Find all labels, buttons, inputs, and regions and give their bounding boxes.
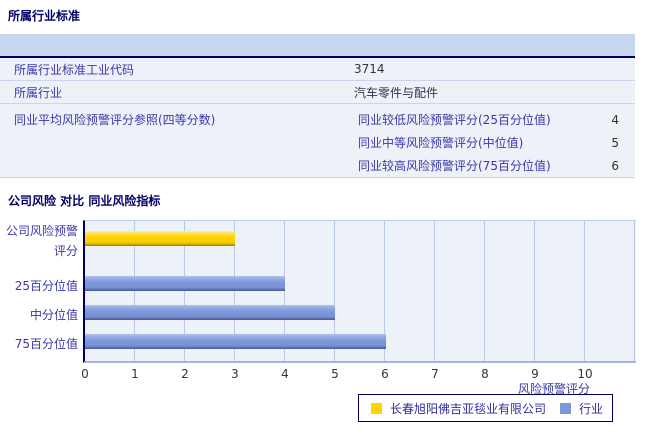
subrow-p25: 同业较低风险预警评分(25百分位值) 4 <box>354 108 635 131</box>
x-tick: 7 <box>431 367 439 381</box>
legend-swatch-industry <box>560 402 572 414</box>
x-tick: 9 <box>531 367 539 381</box>
row-value-industry: 汽车零件与配件 <box>354 85 439 100</box>
bar-industry-p75 <box>85 334 386 349</box>
risk-comparison-bar-chart: 公司风险预警评分 25百分位值 中分位值 75百分位值 0 1 2 3 4 5 … <box>0 218 651 432</box>
subrow-value-p25: 4 <box>611 112 619 127</box>
chart-plot-area <box>83 220 636 363</box>
bar-industry-median <box>85 305 336 320</box>
x-tick: 8 <box>481 367 489 381</box>
y-axis-label-median: 中分位值 <box>29 308 78 322</box>
bar-industry-p25 <box>85 276 286 291</box>
risk-comparison-section-title: 公司风险 对比 同业风险指标 <box>8 194 161 208</box>
legend-label-industry: 行业 <box>579 401 604 416</box>
subrow-label-p25: 同业较低风险预警评分(25百分位值) <box>358 113 551 127</box>
report-page: 所属行业标准 所属行业标准工业代码 3714 所属行业 汽车零件与配件 同业平均… <box>0 0 651 432</box>
y-axis-label-p75: 75百分位值 <box>14 337 78 351</box>
x-tick: 5 <box>331 367 339 381</box>
subrow-value-median: 5 <box>611 135 619 150</box>
x-axis-ticks: 0 1 2 3 4 5 6 7 8 9 10 <box>81 367 643 381</box>
chart-legend: 长春旭阳佛吉亚毯业有限公司 行业 <box>358 394 613 422</box>
table-row: 所属行业标准工业代码 3714 <box>0 58 635 81</box>
x-tick: 10 <box>577 367 593 381</box>
x-tick: 4 <box>281 367 289 381</box>
industry-standard-table: 所属行业标准工业代码 3714 所属行业 汽车零件与配件 同业平均风险预警评分参… <box>0 34 635 178</box>
row-label-industry-code: 所属行业标准工业代码 <box>14 62 135 77</box>
x-tick: 2 <box>181 367 189 381</box>
table-row-quartiles: 同业平均风险预警评分参照(四等分数) 同业较低风险预警评分(25百分位值) 4 … <box>0 104 635 178</box>
x-tick: 3 <box>231 367 239 381</box>
table-row: 所属行业 汽车零件与配件 <box>0 81 635 104</box>
x-tick: 6 <box>381 367 389 381</box>
y-axis-label-company-score: 公司风险预警评分 <box>5 224 78 258</box>
x-tick: 1 <box>131 367 139 381</box>
table-header-band <box>0 34 635 58</box>
row-label-industry: 所属行业 <box>14 85 63 100</box>
subrow-median: 同业中等风险预警评分(中位值) 5 <box>354 131 635 154</box>
legend-label-company: 长春旭阳佛吉亚毯业有限公司 <box>390 401 547 416</box>
industry-standard-section-title: 所属行业标准 <box>8 9 81 23</box>
row-label-quartiles: 同业平均风险预警评分参照(四等分数) <box>14 113 216 127</box>
quartile-subrows: 同业较低风险预警评分(25百分位值) 4 同业中等风险预警评分(中位值) 5 同… <box>354 104 635 177</box>
legend-swatch-company <box>371 402 382 414</box>
y-axis-label-p25: 25百分位值 <box>14 279 78 293</box>
x-tick: 0 <box>81 367 89 381</box>
subrow-label-median: 同业中等风险预警评分(中位值) <box>358 136 524 150</box>
subrow-value-p75: 6 <box>611 158 619 173</box>
bar-company-score <box>85 231 236 246</box>
subrow-label-p75: 同业较高风险预警评分(75百分位值) <box>358 159 551 173</box>
row-value-industry-code: 3714 <box>354 62 385 76</box>
subrow-p75: 同业较高风险预警评分(75百分位值) 6 <box>354 154 635 177</box>
